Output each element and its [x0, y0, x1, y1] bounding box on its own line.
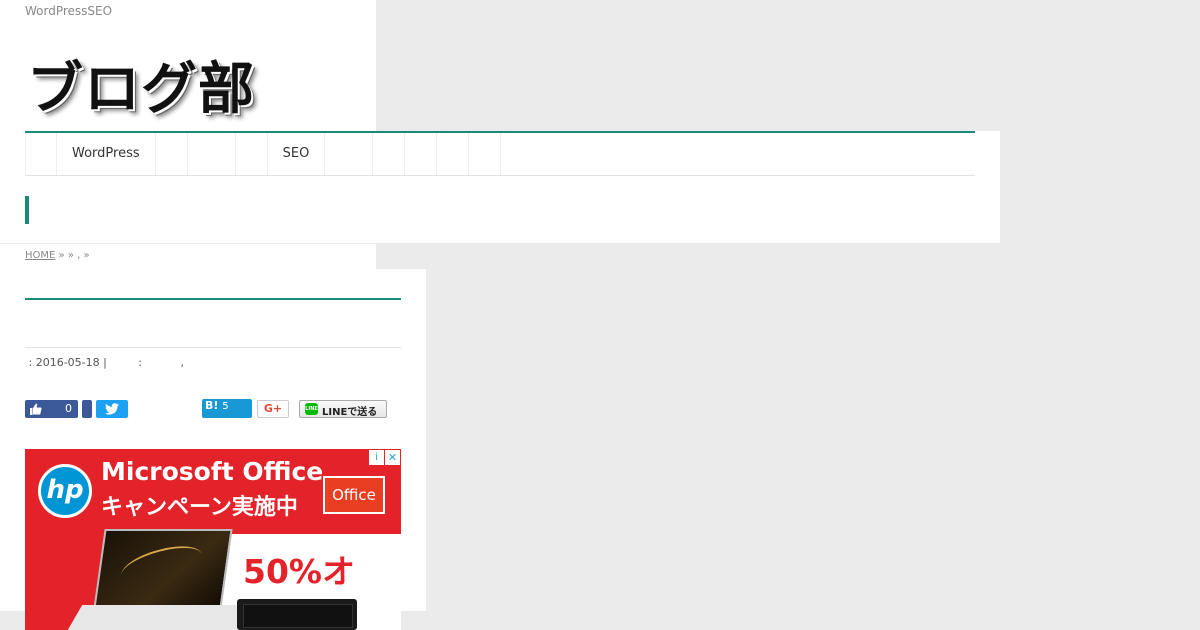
advertisement-banner[interactable]: hp Microsoft Office キャンペーン実施中 Office 50%… — [25, 449, 401, 630]
breadcrumb: HOME » » , » — [25, 250, 90, 261]
breadcrumb-panel: HOME » » , » — [0, 243, 376, 269]
ad-headline: Microsoft Office — [101, 457, 324, 486]
site-logo[interactable]: ブログ部 — [27, 44, 255, 125]
hp-logo: hp — [38, 464, 92, 518]
laptop-keyboard-image — [67, 605, 253, 630]
global-nav: WordPress SEO — [25, 133, 975, 176]
twitter-share-button[interactable] — [96, 400, 128, 418]
facebook-like-button[interactable]: 0 — [25, 400, 78, 418]
nav-item-4[interactable] — [188, 133, 236, 175]
nav-item-9[interactable] — [405, 133, 438, 175]
breadcrumb-home-link[interactable]: HOME — [25, 250, 55, 261]
hatena-count: 5 — [222, 401, 229, 412]
hatena-bookmark-button[interactable]: B! 5 — [202, 399, 252, 418]
nav-item-11[interactable] — [469, 133, 502, 175]
ad-subheadline: キャンペーン実施中 — [101, 495, 298, 520]
breadcrumb-trail: » » , » — [55, 250, 90, 261]
twitter-bird-icon — [105, 403, 119, 415]
nav-item-3[interactable] — [156, 133, 188, 175]
site-tagline: WordPressSEO — [25, 4, 113, 18]
nav-panel: WordPress SEO — [0, 131, 1000, 243]
line-icon: LINE — [305, 403, 318, 415]
post-meta: : 2016-05-18 | : , — [25, 356, 184, 369]
nav-item-1[interactable] — [25, 133, 57, 175]
nav-item-seo[interactable]: SEO — [268, 133, 326, 175]
thumbs-up-icon — [30, 403, 42, 415]
post-title-underline — [25, 298, 401, 300]
office-badge: Office — [323, 476, 385, 514]
second-laptop-image — [237, 599, 357, 630]
google-plus-button[interactable]: G+ — [257, 400, 289, 418]
nav-item-wordpress[interactable]: WordPress — [57, 133, 156, 175]
line-share-button[interactable]: LINE LINEで送る — [299, 400, 387, 418]
post-meta-divider — [25, 347, 401, 348]
nav-item-5[interactable] — [236, 133, 268, 175]
laptop-image — [93, 529, 233, 609]
site-header: WordPressSEO ブログ部 — [0, 0, 376, 131]
ad-close-icon[interactable]: ✕ — [385, 450, 400, 465]
hatena-label: B! 5 — [205, 399, 229, 412]
nav-item-8[interactable] — [373, 133, 406, 175]
ad-info-icon[interactable]: i — [369, 450, 384, 465]
facebook-like-count: 0 — [65, 402, 72, 415]
facebook-share-button[interactable] — [82, 400, 92, 418]
line-share-label: LINEで送る — [322, 407, 378, 418]
nav-item-7[interactable] — [325, 133, 374, 175]
laptop-wallpaper — [119, 539, 204, 591]
section-heading-accent — [25, 196, 29, 224]
second-laptop-screen — [243, 604, 353, 628]
nav-item-10[interactable] — [437, 133, 470, 175]
